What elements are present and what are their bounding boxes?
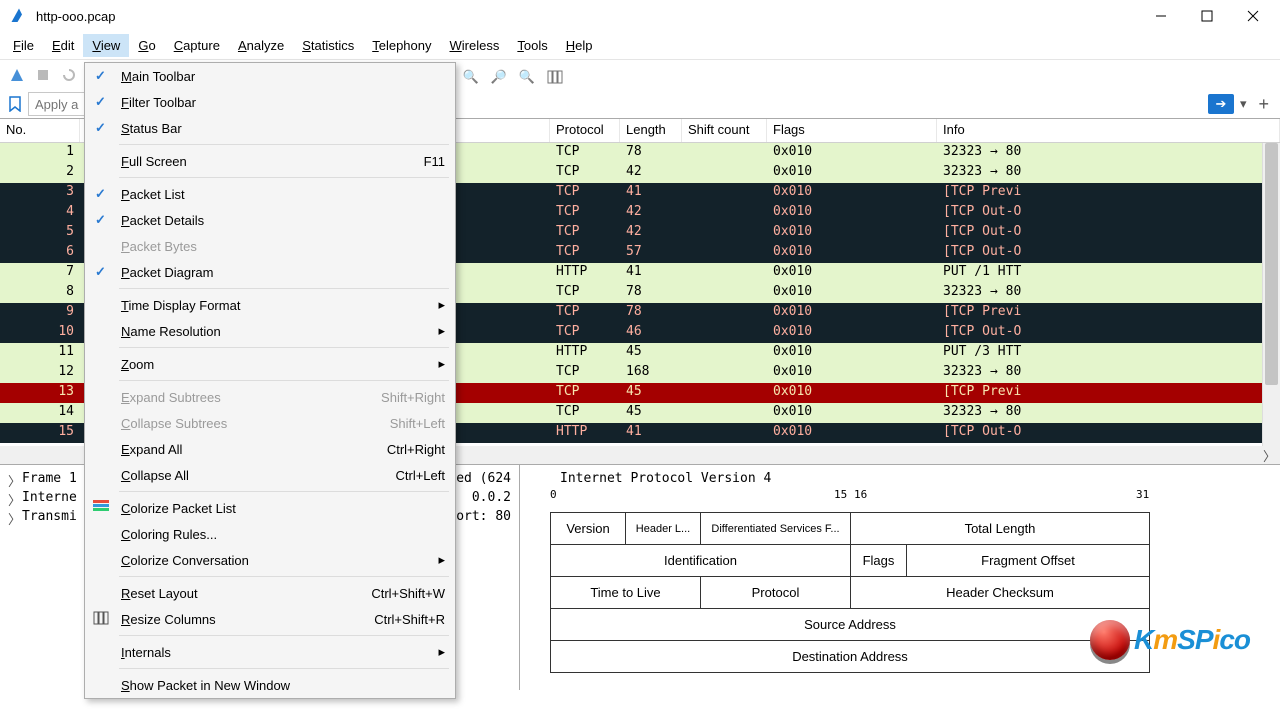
view-menu-item: Collapse SubtreesShift+Left — [85, 410, 455, 436]
view-menu-item[interactable]: ✓Packet Details — [85, 207, 455, 233]
watermark: KmSPico — [1090, 620, 1250, 660]
view-menu-item[interactable]: Collapse AllCtrl+Left — [85, 462, 455, 488]
view-menu-item[interactable]: ✓Status Bar — [85, 115, 455, 141]
diag-protocol: Protocol — [701, 577, 851, 609]
view-menu-item[interactable]: Coloring Rules... — [85, 521, 455, 547]
view-menu-item[interactable]: Show Packet in New Window — [85, 672, 455, 698]
view-menu-item[interactable]: ✓Filter Toolbar — [85, 89, 455, 115]
view-menu-dropdown[interactable]: ✓Main Toolbar✓Filter Toolbar✓Status Bar F… — [84, 62, 456, 699]
menu-bar: FileEditViewGoCaptureAnalyzeStatisticsTe… — [0, 32, 1280, 60]
col-shift[interactable]: Shift count — [682, 119, 767, 142]
tree-frame[interactable]: Frame 1 — [22, 471, 77, 490]
tree-transport[interactable]: Transmi — [22, 509, 77, 528]
col-flags[interactable]: Flags — [767, 119, 937, 142]
minimize-button[interactable] — [1138, 0, 1184, 32]
view-menu-item[interactable]: Colorize Packet List — [85, 495, 455, 521]
view-menu-item[interactable]: Resize ColumnsCtrl+Shift+R — [85, 606, 455, 632]
diag-flags: Flags — [851, 545, 907, 577]
bookmark-icon[interactable] — [5, 94, 25, 114]
diag-id: Identification — [551, 545, 851, 577]
view-menu-item[interactable]: Internals▸ — [85, 639, 455, 665]
zoom-out-icon[interactable]: 🔎 — [488, 66, 510, 88]
diag-fragoff: Fragment Offset — [907, 545, 1150, 577]
capture-options-icon[interactable] — [6, 64, 28, 86]
diag-version: Version — [551, 513, 626, 545]
tree-internet[interactable]: Interne — [22, 490, 77, 509]
view-menu-item[interactable]: Name Resolution▸ — [85, 318, 455, 344]
app-icon — [10, 7, 28, 25]
stop-icon[interactable] — [32, 64, 54, 86]
menu-file[interactable]: File — [4, 34, 43, 57]
view-menu-item[interactable]: Full ScreenF11 — [85, 148, 455, 174]
col-length[interactable]: Length — [620, 119, 682, 142]
close-button[interactable] — [1230, 0, 1276, 32]
view-menu-item[interactable]: Reset LayoutCtrl+Shift+W — [85, 580, 455, 606]
filter-add-button[interactable]: + — [1252, 94, 1275, 115]
diag-srcaddr: Source Address — [551, 609, 1150, 641]
view-menu-item[interactable]: Expand AllCtrl+Right — [85, 436, 455, 462]
display-filter-input[interactable] — [28, 92, 88, 116]
diag-dscp: Differentiated Services F... — [701, 513, 851, 545]
col-no[interactable]: No. — [0, 119, 80, 142]
menu-view[interactable]: View — [83, 34, 129, 57]
menu-capture[interactable]: Capture — [165, 34, 229, 57]
title-bar: http-ooo.pcap — [0, 0, 1280, 32]
diag-checksum: Header Checksum — [851, 577, 1150, 609]
menu-analyze[interactable]: Analyze — [229, 34, 293, 57]
window-title: http-ooo.pcap — [34, 9, 1138, 24]
zoom-toolbar: 🔍 🔎 🔍 — [460, 66, 566, 88]
menu-edit[interactable]: Edit — [43, 34, 83, 57]
ipv4-diagram: Version Header L... Differentiated Servi… — [550, 512, 1150, 673]
packet-list-scrollbar[interactable] — [1262, 143, 1280, 446]
diag-ttl: Time to Live — [551, 577, 701, 609]
menu-wireless[interactable]: Wireless — [441, 34, 509, 57]
view-menu-item[interactable]: Colorize Conversation▸ — [85, 547, 455, 573]
zoom-in-icon[interactable]: 🔍 — [460, 66, 482, 88]
red-button-icon — [1090, 620, 1130, 660]
view-menu-item: Packet Bytes — [85, 233, 455, 259]
maximize-button[interactable] — [1184, 0, 1230, 32]
view-menu-item[interactable]: Zoom▸ — [85, 351, 455, 377]
view-menu-item[interactable]: ✓Packet Diagram — [85, 259, 455, 285]
diagram-title: Internet Protocol Version 4 — [560, 471, 1250, 486]
menu-statistics[interactable]: Statistics — [293, 34, 363, 57]
view-menu-item[interactable]: ✓Packet List — [85, 181, 455, 207]
resize-columns-icon[interactable] — [544, 66, 566, 88]
view-menu-item[interactable]: Time Display Format▸ — [85, 292, 455, 318]
menu-tools[interactable]: Tools — [508, 34, 556, 57]
view-menu-item[interactable]: ✓Main Toolbar — [85, 63, 455, 89]
col-info[interactable]: Info — [937, 119, 1280, 142]
col-protocol[interactable]: Protocol — [550, 119, 620, 142]
menu-telephony[interactable]: Telephony — [363, 34, 440, 57]
menu-go[interactable]: Go — [129, 34, 164, 57]
zoom-reset-icon[interactable]: 🔍 — [516, 66, 538, 88]
diag-ihl: Header L... — [626, 513, 701, 545]
menu-help[interactable]: Help — [557, 34, 602, 57]
diag-dstaddr: Destination Address — [551, 641, 1150, 673]
restart-icon[interactable] — [58, 64, 80, 86]
diag-totlen: Total Length — [851, 513, 1150, 545]
filter-apply-button[interactable]: ➔ — [1208, 94, 1234, 114]
filter-dropdown-icon[interactable]: ▾ — [1236, 96, 1251, 112]
diagram-ruler: 0 15 16 31 — [550, 490, 1250, 512]
view-menu-item: Expand SubtreesShift+Right — [85, 384, 455, 410]
